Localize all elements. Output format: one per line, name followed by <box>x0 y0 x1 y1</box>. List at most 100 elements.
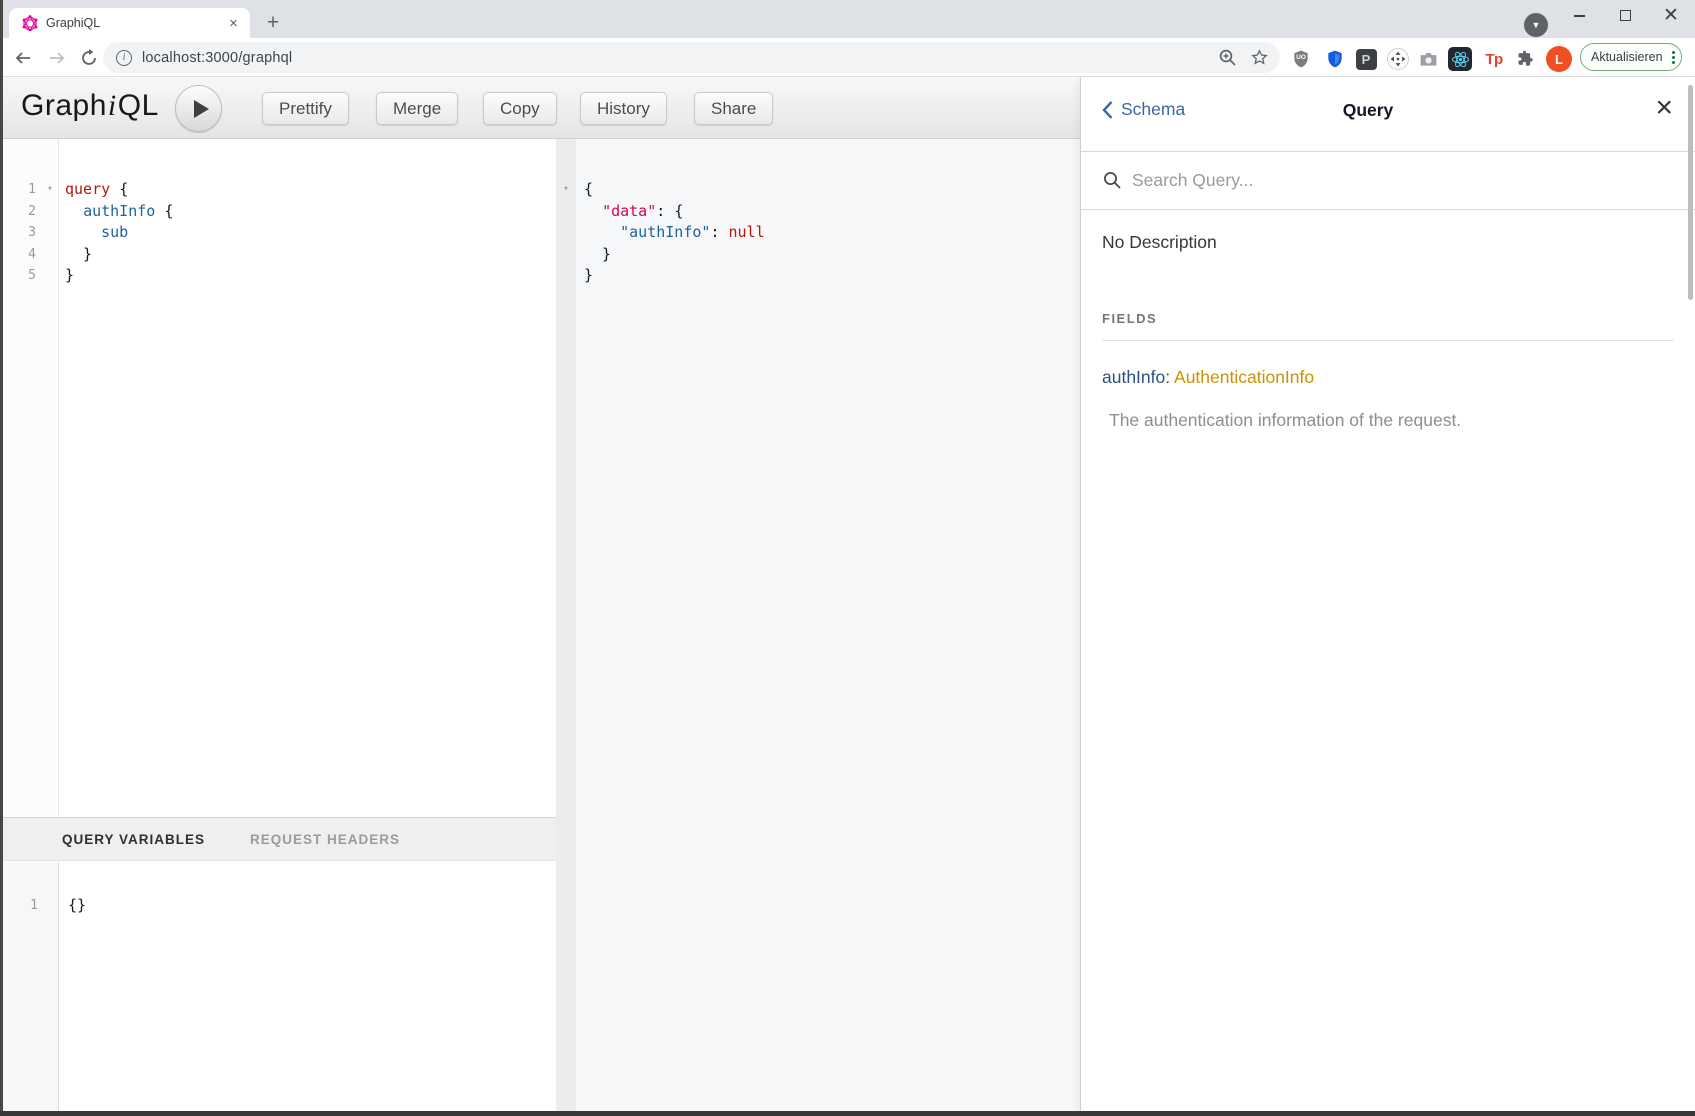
variables-tab-bar: QUERY VARIABLES REQUEST HEADERS <box>3 817 556 861</box>
window-maximize-button[interactable] <box>1602 0 1648 31</box>
tab-close-icon[interactable]: × <box>225 15 242 32</box>
back-button[interactable] <box>10 45 36 71</box>
line-number: 3 <box>3 222 41 244</box>
line-number: 4 <box>3 244 41 266</box>
address-bar[interactable]: i localhost:3000/graphql <box>103 42 1280 73</box>
query-editor[interactable]: 1▾query {2 authInfo {3 sub4 }5} <box>3 139 556 817</box>
editor-pane: 1▾query {2 authInfo {3 sub4 }5} QUERY VA… <box>3 139 556 1112</box>
tab-search-button[interactable]: ▼ <box>1524 13 1548 37</box>
p-extension-icon[interactable]: P <box>1354 47 1378 71</box>
browser-window: GraphiQL × + ▼ ✕ i localhost:30 <box>0 0 1695 1116</box>
browser-tab-graphiql[interactable]: GraphiQL × <box>9 8 250 38</box>
p-badge-label: P <box>1356 49 1377 70</box>
line-number: 1 <box>3 179 41 201</box>
forward-arrow-icon <box>48 49 66 67</box>
code-line: 1▾query { <box>3 179 556 201</box>
code-line: "data": { <box>556 201 1080 223</box>
menu-kebab-icon[interactable] <box>1672 49 1675 66</box>
code-text: "data": { <box>576 201 683 223</box>
code-line: "authInfo": null <box>556 222 1080 244</box>
window-close-button[interactable]: ✕ <box>1648 0 1694 31</box>
type-name-link[interactable]: AuthenticationInfo <box>1174 367 1314 387</box>
ublock-shield-extension-icon[interactable]: UO <box>1289 47 1313 71</box>
graphql-favicon-icon <box>22 15 38 31</box>
react-devtools-extension-icon[interactable] <box>1448 47 1472 71</box>
code-text: } <box>576 265 593 287</box>
doc-title: Query <box>1081 100 1655 121</box>
line-number: 5 <box>3 265 41 287</box>
profile-avatar[interactable]: L <box>1546 46 1572 72</box>
fold-arrow-icon[interactable]: ▾ <box>556 179 576 201</box>
share-button[interactable]: Share <box>694 92 773 125</box>
maximize-icon <box>1620 10 1631 21</box>
code-line: ▾{ <box>556 179 1080 201</box>
new-tab-button[interactable]: + <box>260 10 286 36</box>
ublock-label: UO <box>1289 54 1313 61</box>
field-name-link[interactable]: authInfo <box>1102 367 1165 387</box>
merge-button[interactable]: Merge <box>376 92 458 125</box>
execute-query-button[interactable] <box>175 85 222 132</box>
bookmark-star-icon[interactable] <box>1250 48 1269 72</box>
fold-arrow-icon <box>556 201 576 223</box>
fold-arrow-icon <box>556 265 576 287</box>
site-info-icon[interactable]: i <box>116 50 132 66</box>
move-crosshair-extension-icon[interactable] <box>1386 47 1410 71</box>
fold-arrow-icon[interactable]: ▾ <box>41 179 59 201</box>
forward-button[interactable] <box>44 45 70 71</box>
doc-explorer-panel: Schema Query × No Description FIELDS aut… <box>1080 77 1695 1112</box>
doc-close-button[interactable]: × <box>1655 91 1673 125</box>
chrome-update-button[interactable]: Aktualisieren <box>1580 43 1682 71</box>
fold-arrow-icon <box>41 201 59 223</box>
doc-search-row <box>1081 152 1695 210</box>
code-line: 4 } <box>3 244 556 266</box>
tab-request-headers[interactable]: REQUEST HEADERS <box>250 832 400 847</box>
code-text: query { <box>59 179 128 201</box>
tab-query-variables[interactable]: QUERY VARIABLES <box>62 832 205 847</box>
line-number: 1 <box>3 895 43 917</box>
reload-icon <box>80 49 98 67</box>
field-row-authinfo: authInfo: AuthenticationInfo <box>1102 367 1674 388</box>
code-line: 1{} <box>3 895 556 917</box>
bitwarden-shield-extension-icon[interactable] <box>1323 47 1347 71</box>
reload-button[interactable] <box>76 45 102 71</box>
fold-arrow-icon <box>43 895 61 917</box>
play-icon <box>194 100 209 118</box>
tab-strip: GraphiQL × + ▼ ✕ <box>0 0 1695 38</box>
camera-extension-icon[interactable] <box>1416 47 1440 71</box>
code-text: } <box>59 244 92 266</box>
window-minimize-button[interactable] <box>1556 0 1602 31</box>
fold-arrow-icon <box>41 265 59 287</box>
graphiql-logo: GraphiQL <box>21 89 159 123</box>
url-text[interactable]: localhost:3000/graphql <box>142 50 292 66</box>
field-description: The authentication information of the re… <box>1102 410 1674 431</box>
tp-extension-icon[interactable]: Tp <box>1482 47 1506 71</box>
search-icon <box>1103 171 1122 190</box>
browser-toolbar: i localhost:3000/graphql UO P <box>0 38 1695 77</box>
tab-title: GraphiQL <box>46 16 225 30</box>
doc-scrollbar[interactable] <box>1688 85 1693 300</box>
back-arrow-icon <box>14 49 32 67</box>
fields-section-header: FIELDS <box>1102 311 1674 326</box>
code-line: 5} <box>3 265 556 287</box>
code-line: 2 authInfo { <box>3 201 556 223</box>
minimize-icon <box>1574 15 1585 17</box>
variables-editor[interactable]: 1{} <box>3 862 556 1112</box>
close-icon: ✕ <box>1663 6 1679 25</box>
zoom-page-icon[interactable] <box>1218 48 1237 72</box>
doc-search-input[interactable] <box>1132 170 1652 191</box>
history-button[interactable]: History <box>580 92 667 125</box>
doc-body: No Description FIELDS authInfo: Authenti… <box>1081 232 1695 431</box>
copy-button[interactable]: Copy <box>483 92 557 125</box>
code-line: } <box>556 265 1080 287</box>
prettify-button[interactable]: Prettify <box>262 92 349 125</box>
fold-arrow-icon <box>41 222 59 244</box>
fold-arrow-icon <box>556 244 576 266</box>
result-viewer[interactable]: ▾{ "data": { "authInfo": null }} <box>556 139 1080 1112</box>
code-line: 3 sub <box>3 222 556 244</box>
line-number: 2 <box>3 201 41 223</box>
window-bottom-border <box>0 1111 1695 1116</box>
extensions-puzzle-icon[interactable] <box>1514 47 1538 71</box>
code-text: sub <box>59 222 128 244</box>
tp-label: Tp <box>1485 51 1502 68</box>
update-label: Aktualisieren <box>1591 50 1672 64</box>
